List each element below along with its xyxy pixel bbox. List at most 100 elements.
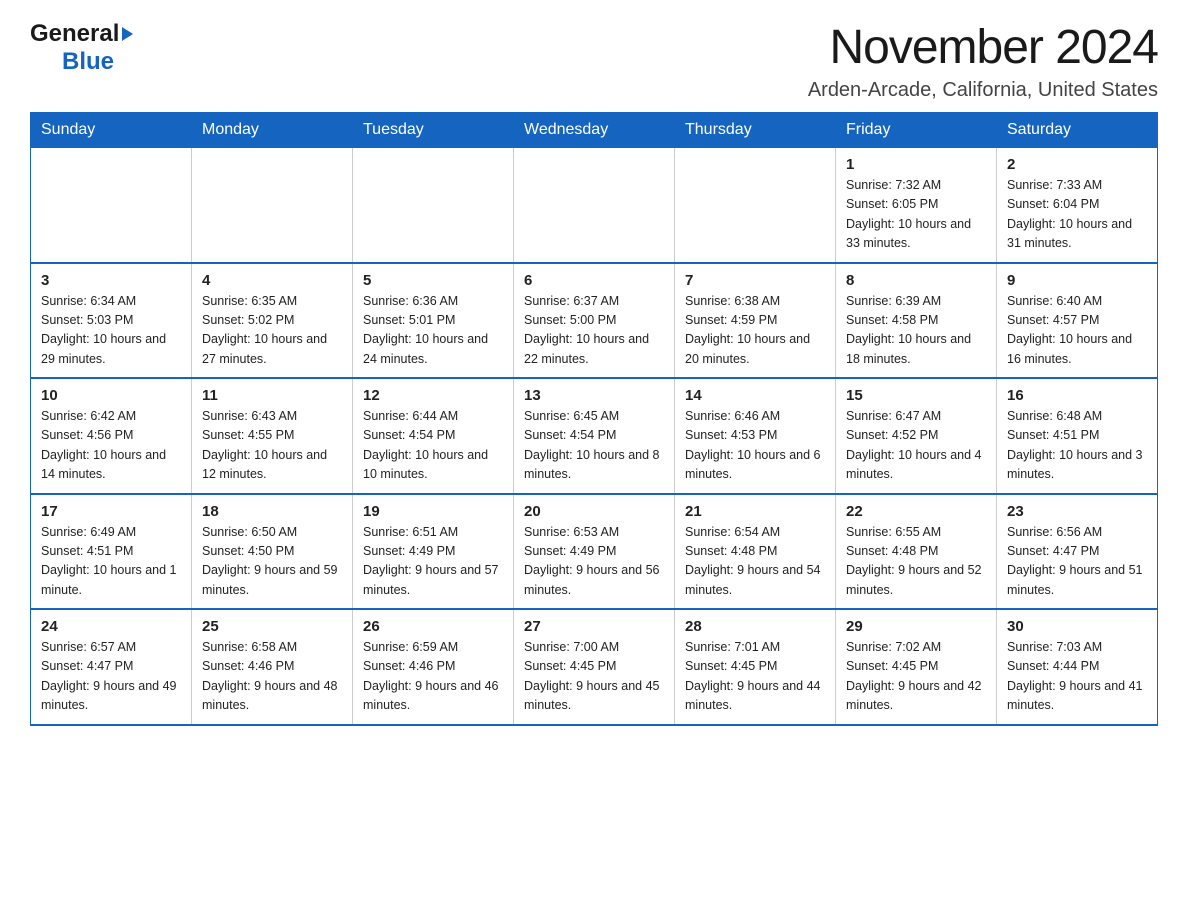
day-number: 13 xyxy=(524,387,664,404)
day-info: Sunrise: 6:51 AM Sunset: 4:49 PM Dayligh… xyxy=(363,523,503,601)
day-number: 25 xyxy=(202,618,342,635)
day-number: 23 xyxy=(1007,503,1147,520)
day-number: 26 xyxy=(363,618,503,635)
calendar-day-cell: 23 Sunrise: 6:56 AM Sunset: 4:47 PM Dayli… xyxy=(997,494,1158,610)
calendar-day-cell: 8 Sunrise: 6:39 AM Sunset: 4:58 PM Daylig… xyxy=(836,263,997,379)
day-number: 4 xyxy=(202,272,342,289)
calendar-day-cell: 7 Sunrise: 6:38 AM Sunset: 4:59 PM Daylig… xyxy=(675,263,836,379)
calendar-day-cell: 12 Sunrise: 6:44 AM Sunset: 4:54 PM Dayli… xyxy=(353,378,514,494)
day-number: 7 xyxy=(685,272,825,289)
logo-blue-text: Blue xyxy=(62,48,114,76)
calendar-day-cell: 20 Sunrise: 6:53 AM Sunset: 4:49 PM Dayli… xyxy=(514,494,675,610)
calendar-table: SundayMondayTuesdayWednesdayThursdayFrid… xyxy=(30,112,1158,726)
day-number: 12 xyxy=(363,387,503,404)
day-of-week-header: Friday xyxy=(836,113,997,148)
day-header-row: SundayMondayTuesdayWednesdayThursdayFrid… xyxy=(31,113,1158,148)
calendar-day-cell: 30 Sunrise: 7:03 AM Sunset: 4:44 PM Dayli… xyxy=(997,609,1158,725)
day-info: Sunrise: 7:32 AM Sunset: 6:05 PM Dayligh… xyxy=(846,176,986,254)
calendar-day-cell: 25 Sunrise: 6:58 AM Sunset: 4:46 PM Dayli… xyxy=(192,609,353,725)
day-number: 5 xyxy=(363,272,503,289)
day-number: 19 xyxy=(363,503,503,520)
day-number: 3 xyxy=(41,272,181,289)
day-info: Sunrise: 6:53 AM Sunset: 4:49 PM Dayligh… xyxy=(524,523,664,601)
day-number: 2 xyxy=(1007,156,1147,173)
day-of-week-header: Sunday xyxy=(31,113,192,148)
day-of-week-header: Saturday xyxy=(997,113,1158,148)
day-of-week-header: Tuesday xyxy=(353,113,514,148)
calendar-day-cell: 22 Sunrise: 6:55 AM Sunset: 4:48 PM Dayli… xyxy=(836,494,997,610)
day-info: Sunrise: 6:39 AM Sunset: 4:58 PM Dayligh… xyxy=(846,292,986,370)
calendar-week-row: 1 Sunrise: 7:32 AM Sunset: 6:05 PM Daylig… xyxy=(31,148,1158,263)
calendar-day-cell xyxy=(353,148,514,263)
calendar-day-cell: 26 Sunrise: 6:59 AM Sunset: 4:46 PM Dayli… xyxy=(353,609,514,725)
day-number: 21 xyxy=(685,503,825,520)
calendar-day-cell xyxy=(675,148,836,263)
day-info: Sunrise: 7:00 AM Sunset: 4:45 PM Dayligh… xyxy=(524,638,664,716)
day-number: 22 xyxy=(846,503,986,520)
day-of-week-header: Thursday xyxy=(675,113,836,148)
calendar-week-row: 24Sunrise: 6:57 AM Sunset: 4:47 PM Dayli… xyxy=(31,609,1158,725)
day-info: Sunrise: 6:40 AM Sunset: 4:57 PM Dayligh… xyxy=(1007,292,1147,370)
calendar-day-cell: 27 Sunrise: 7:00 AM Sunset: 4:45 PM Dayli… xyxy=(514,609,675,725)
day-info: Sunrise: 6:38 AM Sunset: 4:59 PM Dayligh… xyxy=(685,292,825,370)
day-number: 20 xyxy=(524,503,664,520)
day-info: Sunrise: 6:55 AM Sunset: 4:48 PM Dayligh… xyxy=(846,523,986,601)
calendar-day-cell xyxy=(192,148,353,263)
day-number: 15 xyxy=(846,387,986,404)
day-number: 18 xyxy=(202,503,342,520)
day-info: Sunrise: 6:36 AM Sunset: 5:01 PM Dayligh… xyxy=(363,292,503,370)
day-info: Sunrise: 6:49 AM Sunset: 4:51 PM Dayligh… xyxy=(41,523,181,601)
location-subtitle: Arden-Arcade, California, United States xyxy=(808,79,1158,102)
day-info: Sunrise: 6:56 AM Sunset: 4:47 PM Dayligh… xyxy=(1007,523,1147,601)
day-number: 9 xyxy=(1007,272,1147,289)
day-info: Sunrise: 6:57 AM Sunset: 4:47 PM Dayligh… xyxy=(41,638,181,716)
day-info: Sunrise: 6:46 AM Sunset: 4:53 PM Dayligh… xyxy=(685,407,825,485)
day-info: Sunrise: 7:33 AM Sunset: 6:04 PM Dayligh… xyxy=(1007,176,1147,254)
day-info: Sunrise: 7:03 AM Sunset: 4:44 PM Dayligh… xyxy=(1007,638,1147,716)
calendar-day-cell: 17 Sunrise: 6:49 AM Sunset: 4:51 PM Dayli… xyxy=(31,494,192,610)
day-info: Sunrise: 6:37 AM Sunset: 5:00 PM Dayligh… xyxy=(524,292,664,370)
day-number: 29 xyxy=(846,618,986,635)
day-number: 30 xyxy=(1007,618,1147,635)
calendar-day-cell: 21Sunrise: 6:54 AM Sunset: 4:48 PM Dayli… xyxy=(675,494,836,610)
day-number: 14 xyxy=(685,387,825,404)
day-number: 6 xyxy=(524,272,664,289)
calendar-day-cell: 10 Sunrise: 6:42 AM Sunset: 4:56 PM Dayli… xyxy=(31,378,192,494)
day-info: Sunrise: 6:59 AM Sunset: 4:46 PM Dayligh… xyxy=(363,638,503,716)
calendar-day-cell: 2 Sunrise: 7:33 AM Sunset: 6:04 PM Daylig… xyxy=(997,148,1158,263)
calendar-day-cell: 16Sunrise: 6:48 AM Sunset: 4:51 PM Dayli… xyxy=(997,378,1158,494)
day-info: Sunrise: 6:47 AM Sunset: 4:52 PM Dayligh… xyxy=(846,407,986,485)
calendar-week-row: 10 Sunrise: 6:42 AM Sunset: 4:56 PM Dayli… xyxy=(31,378,1158,494)
calendar-header: SundayMondayTuesdayWednesdayThursdayFrid… xyxy=(31,113,1158,148)
day-number: 28 xyxy=(685,618,825,635)
calendar-day-cell: 28 Sunrise: 7:01 AM Sunset: 4:45 PM Dayli… xyxy=(675,609,836,725)
calendar-day-cell: 15 Sunrise: 6:47 AM Sunset: 4:52 PM Dayli… xyxy=(836,378,997,494)
calendar-day-cell: 13 Sunrise: 6:45 AM Sunset: 4:54 PM Dayli… xyxy=(514,378,675,494)
day-number: 1 xyxy=(846,156,986,173)
calendar-day-cell xyxy=(514,148,675,263)
title-block: November 2024 Arden-Arcade, California, … xyxy=(808,20,1158,102)
logo-arrow-icon xyxy=(122,27,133,41)
day-info: Sunrise: 6:43 AM Sunset: 4:55 PM Dayligh… xyxy=(202,407,342,485)
day-info: Sunrise: 6:44 AM Sunset: 4:54 PM Dayligh… xyxy=(363,407,503,485)
calendar-day-cell: 9 Sunrise: 6:40 AM Sunset: 4:57 PM Daylig… xyxy=(997,263,1158,379)
day-info: Sunrise: 6:35 AM Sunset: 5:02 PM Dayligh… xyxy=(202,292,342,370)
page-header: General Blue November 2024 Arden-Arcade,… xyxy=(30,20,1158,102)
day-number: 16 xyxy=(1007,387,1147,404)
day-number: 10 xyxy=(41,387,181,404)
calendar-week-row: 3Sunrise: 6:34 AM Sunset: 5:03 PM Daylig… xyxy=(31,263,1158,379)
month-title: November 2024 xyxy=(808,20,1158,75)
day-number: 27 xyxy=(524,618,664,635)
day-info: Sunrise: 7:02 AM Sunset: 4:45 PM Dayligh… xyxy=(846,638,986,716)
day-info: Sunrise: 7:01 AM Sunset: 4:45 PM Dayligh… xyxy=(685,638,825,716)
day-info: Sunrise: 6:50 AM Sunset: 4:50 PM Dayligh… xyxy=(202,523,342,601)
day-info: Sunrise: 6:58 AM Sunset: 4:46 PM Dayligh… xyxy=(202,638,342,716)
day-number: 17 xyxy=(41,503,181,520)
day-number: 8 xyxy=(846,272,986,289)
calendar-day-cell: 3Sunrise: 6:34 AM Sunset: 5:03 PM Daylig… xyxy=(31,263,192,379)
calendar-week-row: 17 Sunrise: 6:49 AM Sunset: 4:51 PM Dayli… xyxy=(31,494,1158,610)
day-info: Sunrise: 6:42 AM Sunset: 4:56 PM Dayligh… xyxy=(41,407,181,485)
calendar-day-cell: 19 Sunrise: 6:51 AM Sunset: 4:49 PM Dayli… xyxy=(353,494,514,610)
day-info: Sunrise: 6:45 AM Sunset: 4:54 PM Dayligh… xyxy=(524,407,664,485)
calendar-day-cell: 14 Sunrise: 6:46 AM Sunset: 4:53 PM Dayli… xyxy=(675,378,836,494)
